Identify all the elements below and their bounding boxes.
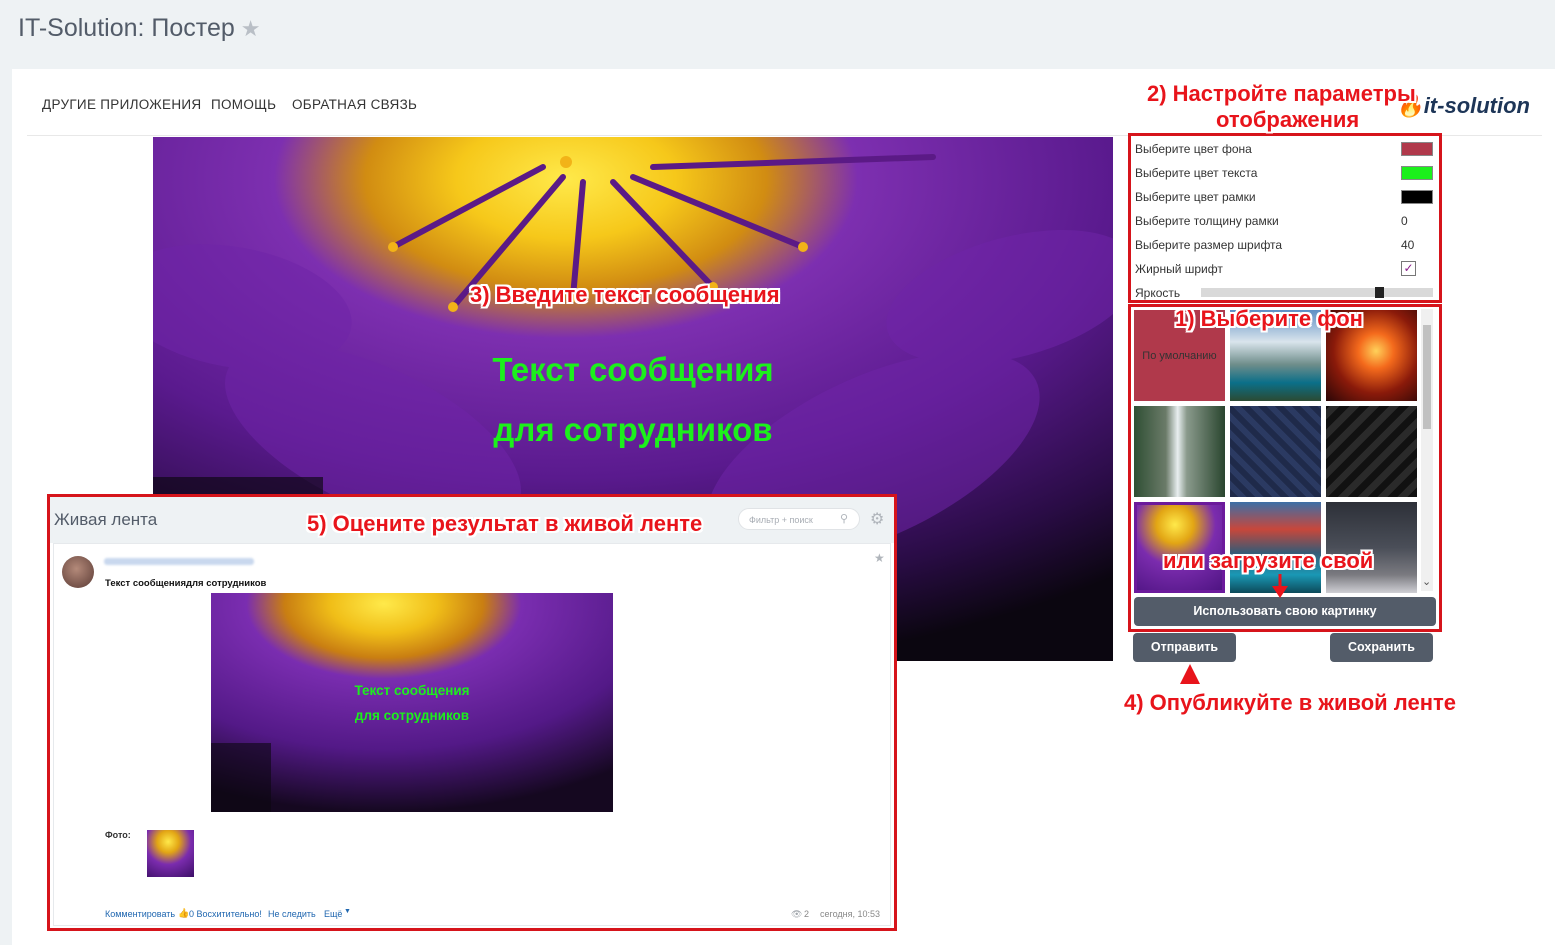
bg-color-label: Выберите цвет фона [1135, 142, 1252, 156]
callout-step-2-line-2: отображения [1216, 107, 1360, 132]
unfollow-link[interactable]: Не следить [268, 909, 316, 919]
feed-post: ★ Текст сообщениядля сотрудников Текст с… [53, 543, 891, 926]
gear-icon[interactable]: ⚙ [870, 509, 884, 529]
use-own-picture-button[interactable]: Использовать свою картинку [1134, 597, 1436, 626]
border-color-picker[interactable] [1401, 190, 1433, 204]
author-name-blurred[interactable] [104, 558, 254, 565]
photo-label: Фото: [105, 830, 131, 840]
favorite-star-icon[interactable]: ★ [241, 16, 261, 41]
more-link[interactable]: Ещё [324, 909, 342, 919]
brightness-slider-handle[interactable] [1375, 287, 1384, 298]
background-thumb-blue-pattern[interactable] [1230, 406, 1321, 497]
callout-step-1: 1) Выберите фон [1175, 306, 1363, 331]
gallery-scrollbar-thumb[interactable] [1423, 325, 1431, 429]
send-button[interactable]: Отправить [1133, 633, 1236, 662]
avatar[interactable] [62, 556, 94, 588]
live-feed-preview: Живая лента Фильтр + поиск ⚲ ⚙ ★ Текст с… [47, 494, 897, 931]
page-title: IT-Solution: Постер ★ [18, 14, 260, 43]
it-solution-logo: 🔥it-solution [1396, 93, 1530, 119]
views-eye-icon: 👁 [791, 909, 803, 919]
logo-text: it-solution [1423, 93, 1530, 118]
live-feed-content: Живая лента Фильтр + поиск ⚲ ⚙ ★ Текст с… [50, 497, 894, 928]
arrow-up-to-send-icon [1180, 664, 1200, 684]
callout-step-4: 4) Опубликуйте в живой ленте [1124, 690, 1457, 715]
bold-font-label: Жирный шрифт [1135, 262, 1223, 276]
text-color-picker[interactable] [1401, 166, 1433, 180]
callout-step-2: 2) Настройте параметры [1147, 81, 1416, 106]
like-icon[interactable]: 👍 [178, 908, 189, 919]
search-icon: ⚲ [840, 513, 849, 525]
post-poster-line-1: Текст сообщения [354, 683, 470, 698]
post-poster-background [211, 593, 613, 812]
font-size-input[interactable]: 40 [1401, 238, 1414, 252]
border-width-input[interactable]: 0 [1401, 214, 1408, 228]
bg-color-picker[interactable] [1401, 142, 1433, 156]
callout-step-3: 3) Введите текст сообщения [470, 282, 780, 307]
nav-feedback[interactable]: ОБРАТНАЯ СВЯЗЬ [292, 97, 417, 112]
scroll-down-icon[interactable]: ⌄ [1422, 575, 1431, 588]
arrow-down-to-upload-icon [1272, 574, 1288, 598]
poster-text-line-1: Текст сообщения [492, 351, 774, 388]
callout-step-5: 5) Оцените результат в живой ленте [307, 511, 703, 536]
bold-font-checkbox[interactable]: ✓ [1401, 261, 1416, 276]
views-count: 2 [804, 909, 810, 919]
brightness-slider[interactable] [1201, 287, 1433, 298]
display-settings-panel: Выберите цвет фона Выберите цвет текста … [1128, 133, 1442, 303]
post-poster-line-2: для сотрудников [354, 708, 470, 723]
brightness-label: Яркость [1135, 286, 1181, 300]
page-title-text: IT-Solution: Постер [18, 14, 235, 42]
nav-help[interactable]: ПОМОЩЬ [211, 97, 276, 112]
callout-upload-own: или загрузите свой [1163, 548, 1374, 573]
poster-text-line-2: для сотрудников [493, 411, 773, 448]
font-size-label: Выберите размер шрифта [1135, 238, 1283, 252]
like-link[interactable]: 0 Восхитительно! [189, 909, 262, 919]
post-favorite-star-icon[interactable]: ★ [874, 551, 885, 565]
border-color-label: Выберите цвет рамки [1135, 190, 1256, 204]
text-color-label: Выберите цвет текста [1135, 166, 1258, 180]
border-width-label: Выберите толщину рамки [1135, 214, 1279, 228]
post-poster-image[interactable]: Текст сообщения для сотрудников [211, 593, 613, 812]
background-thumb-waterfall[interactable] [1134, 406, 1225, 497]
photo-thumbnail[interactable] [147, 830, 194, 877]
comment-link[interactable]: Комментировать [105, 909, 175, 919]
post-text: Текст сообщениядля сотрудников [105, 578, 267, 589]
chevron-down-icon[interactable]: ▼ [344, 908, 351, 915]
live-feed-title: Живая лента [54, 510, 158, 529]
post-timestamp: сегодня, 10:53 [820, 909, 881, 919]
gallery-scrollbar[interactable]: ⌄ [1421, 309, 1433, 591]
default-background-label: По умолчанию [1142, 350, 1217, 362]
save-button[interactable]: Сохранить [1330, 633, 1433, 662]
nav-other-apps[interactable]: ДРУГИЕ ПРИЛОЖЕНИЯ [42, 97, 201, 112]
background-thumb-dark-damask[interactable] [1326, 406, 1417, 497]
